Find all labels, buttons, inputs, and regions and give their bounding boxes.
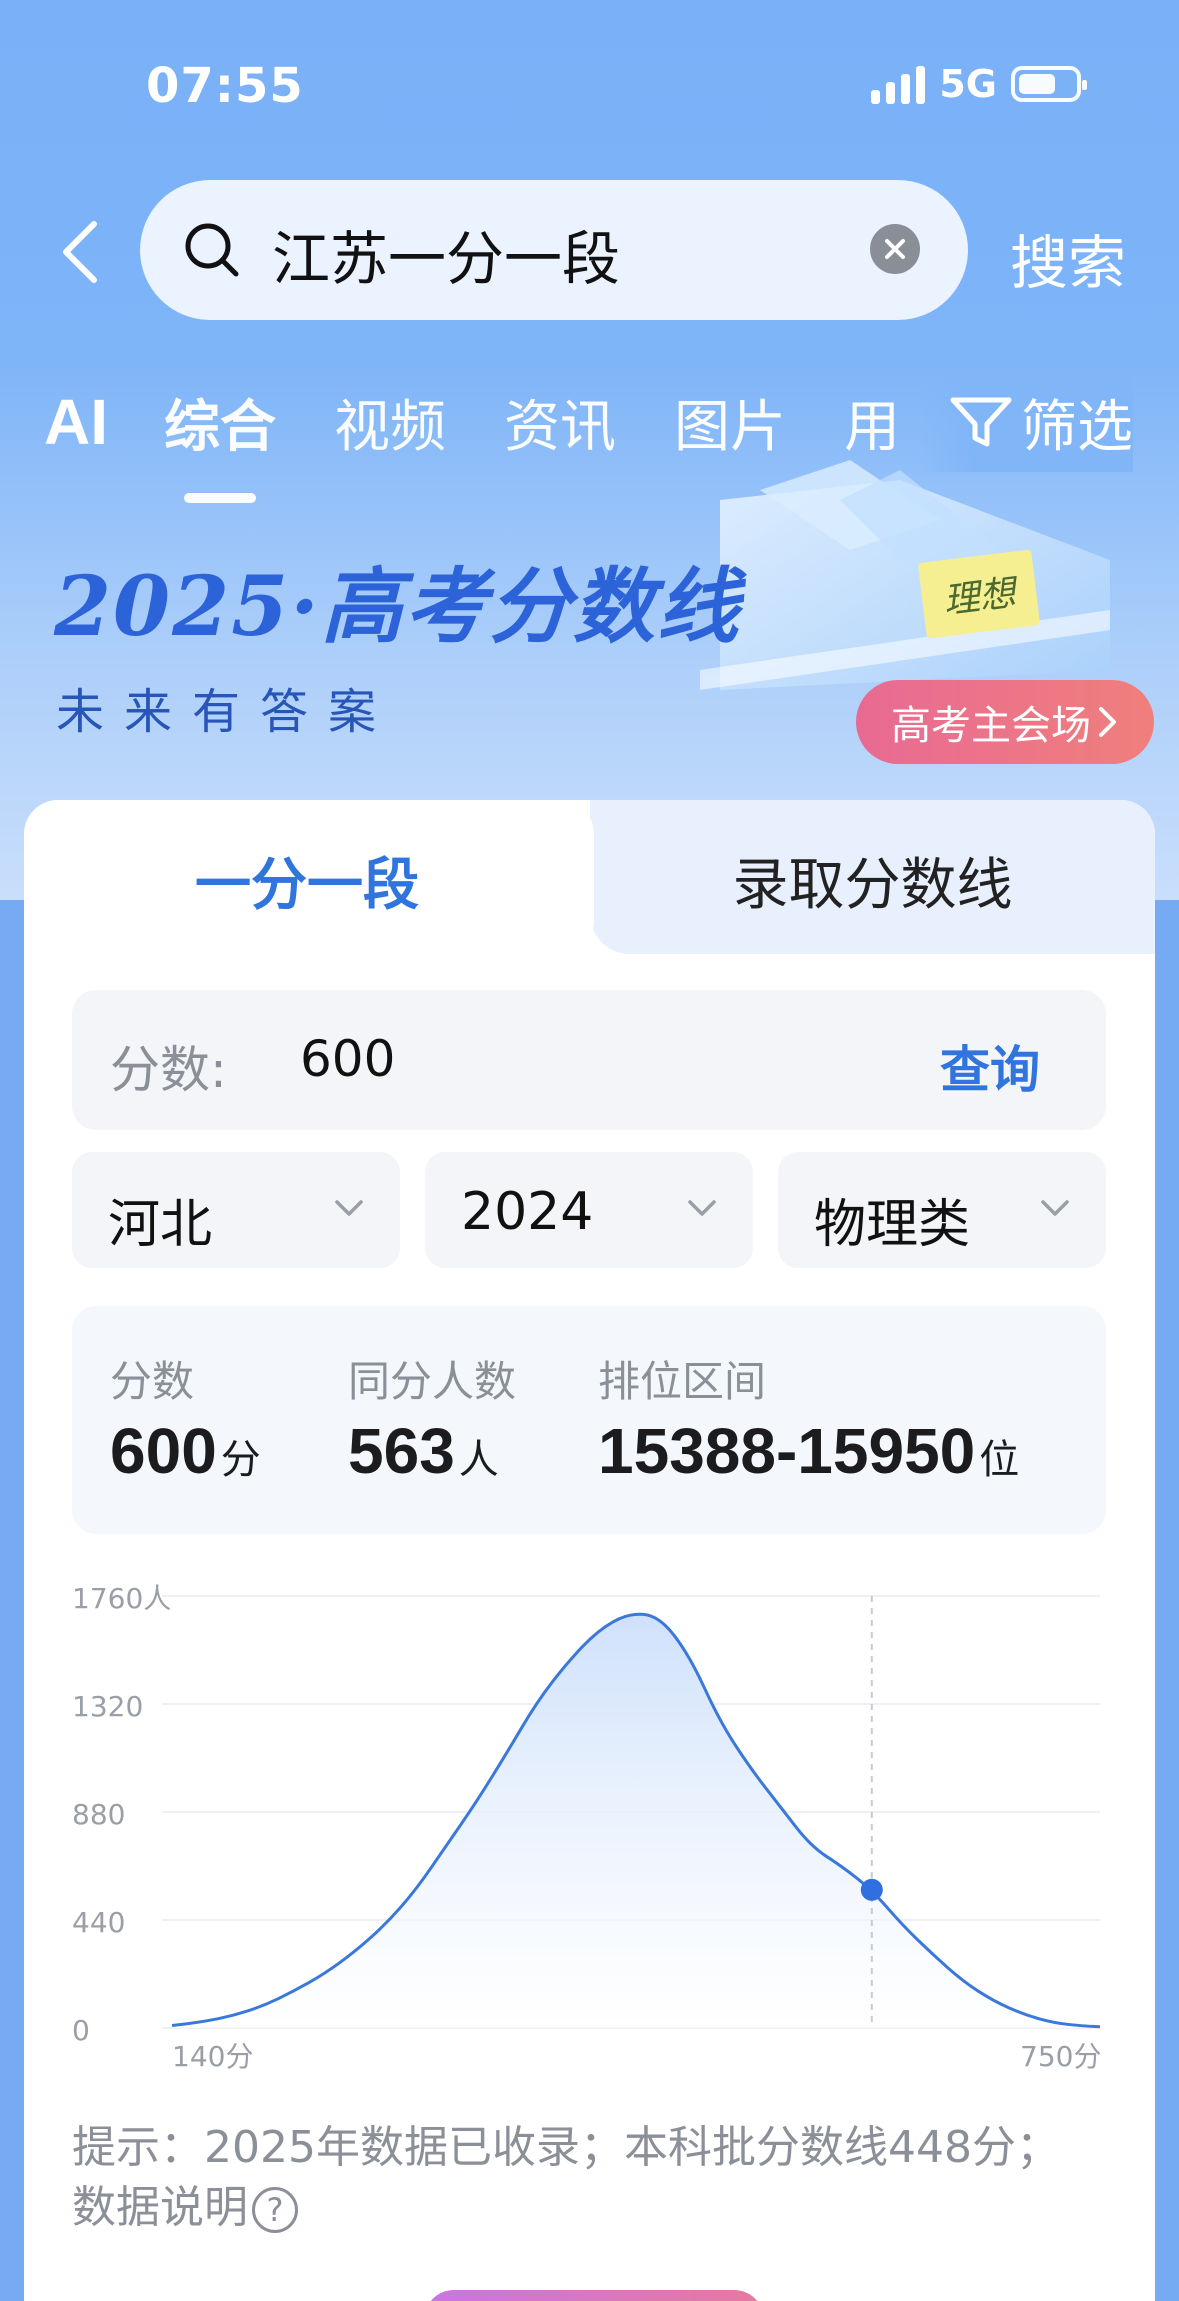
card-tabs: 一分一段 录取分数线 (24, 800, 1155, 960)
back-button[interactable] (50, 212, 110, 292)
search-icon (185, 223, 239, 277)
stat-same-count-value: 563 人 (348, 1415, 499, 1487)
query-button[interactable]: 查询 (940, 1030, 1040, 1102)
chevron-down-icon (335, 1200, 363, 1216)
area-fill (172, 1614, 1100, 2028)
search-button[interactable]: 搜索 (1010, 216, 1126, 300)
score-input-row: 分数: 600 查询 (72, 990, 1106, 1130)
tab-ai[interactable]: AI (44, 385, 108, 459)
tip-text: 提示：2025年数据已收录；本科批分数线448分； 数据说明? (72, 2118, 1112, 2238)
result-tabs: AI 综合 视频 资讯 图片 用 (44, 372, 896, 503)
x-tick-label: 140分 (172, 2040, 253, 2073)
stats-panel: 分数 600 分 同分人数 563 人 排位区间 15388-15950 位 (72, 1306, 1106, 1534)
y-tick-label: 1320 (72, 1690, 143, 1723)
banner-title: 2025·高考分数线 (54, 559, 741, 655)
search-input[interactable]: 江苏一分一段 (272, 212, 620, 296)
y-tick-label: 1760人 (72, 1582, 171, 1615)
clear-button[interactable] (870, 224, 920, 274)
y-tick-label: 0 (72, 2014, 90, 2047)
tab-video[interactable]: 视频 (334, 382, 446, 463)
x-tick-label: 750分 (1020, 2040, 1101, 2073)
tab-news[interactable]: 资讯 (504, 382, 616, 463)
help-icon: ? (252, 2187, 298, 2233)
year-value: 2024 (461, 1182, 594, 1242)
tab-comprehensive[interactable]: 综合 (164, 382, 276, 503)
tab-score-rank[interactable]: 一分一段 (24, 840, 590, 921)
chevron-left-icon (63, 221, 97, 283)
battery-icon (1011, 66, 1087, 102)
bottom-action-bar[interactable] (424, 2290, 764, 2301)
tab-images[interactable]: 图片 (674, 382, 786, 463)
score-input[interactable]: 600 (300, 1030, 395, 1088)
score-marker (860, 1878, 883, 1901)
banner-subtitle: 未来有答案 (56, 684, 397, 740)
search-field[interactable]: 江苏一分一段 (140, 180, 968, 320)
network-label: 5G (939, 62, 997, 106)
filter-button[interactable]: 筛选 (919, 372, 1133, 472)
tab-more[interactable]: 用 (844, 382, 896, 463)
chevron-down-icon (688, 1200, 716, 1216)
tab-admission-line[interactable]: 录取分数线 (590, 840, 1155, 921)
gaokao-button-label: 高考主会场 (891, 703, 1091, 749)
score-distribution-chart: 1760人 1320 880 440 0 140分 750分 (72, 1582, 1101, 2073)
y-tick-label: 880 (72, 1798, 125, 1831)
stat-same-count-label: 同分人数 (348, 1357, 517, 1406)
chevron-down-icon (1041, 1200, 1069, 1216)
y-tick-label: 440 (72, 1906, 125, 1939)
stat-rank-range-label: 排位区间 (598, 1357, 767, 1406)
tip-message: 提示：2025年数据已收录；本科批分数线448分； (72, 2122, 1060, 2173)
signal-icon (871, 64, 926, 104)
subject-value: 物理类 (814, 1195, 971, 1255)
sticky-note: 理想 (917, 549, 1041, 639)
score-rank-card: 一分一段 录取分数线 分数: 600 查询 河北 2024 物理类 分数 600… (24, 800, 1155, 2301)
gaokao-main-venue-button[interactable]: 高考主会场 (856, 680, 1154, 764)
book-illustration (700, 460, 1110, 690)
chevron-right-icon (1099, 707, 1116, 737)
filter-icon (950, 397, 1012, 447)
score-label: 分数: (110, 1041, 227, 1099)
stat-rank-range-value: 15388-15950 位 (598, 1415, 1020, 1487)
province-value: 河北 (108, 1195, 213, 1255)
data-description-link[interactable]: 数据说明? (72, 2182, 298, 2233)
year-select[interactable]: 2024 (425, 1152, 753, 1268)
subject-select[interactable]: 物理类 (778, 1152, 1106, 1268)
status-time: 07:55 (146, 58, 304, 114)
status-icons: 5G (871, 62, 1087, 106)
stat-score-label: 分数 (110, 1357, 195, 1406)
close-icon (885, 239, 905, 259)
stat-score-value: 600 分 (110, 1415, 261, 1487)
province-select[interactable]: 河北 (72, 1152, 400, 1268)
filter-label: 筛选 (1021, 394, 1133, 460)
